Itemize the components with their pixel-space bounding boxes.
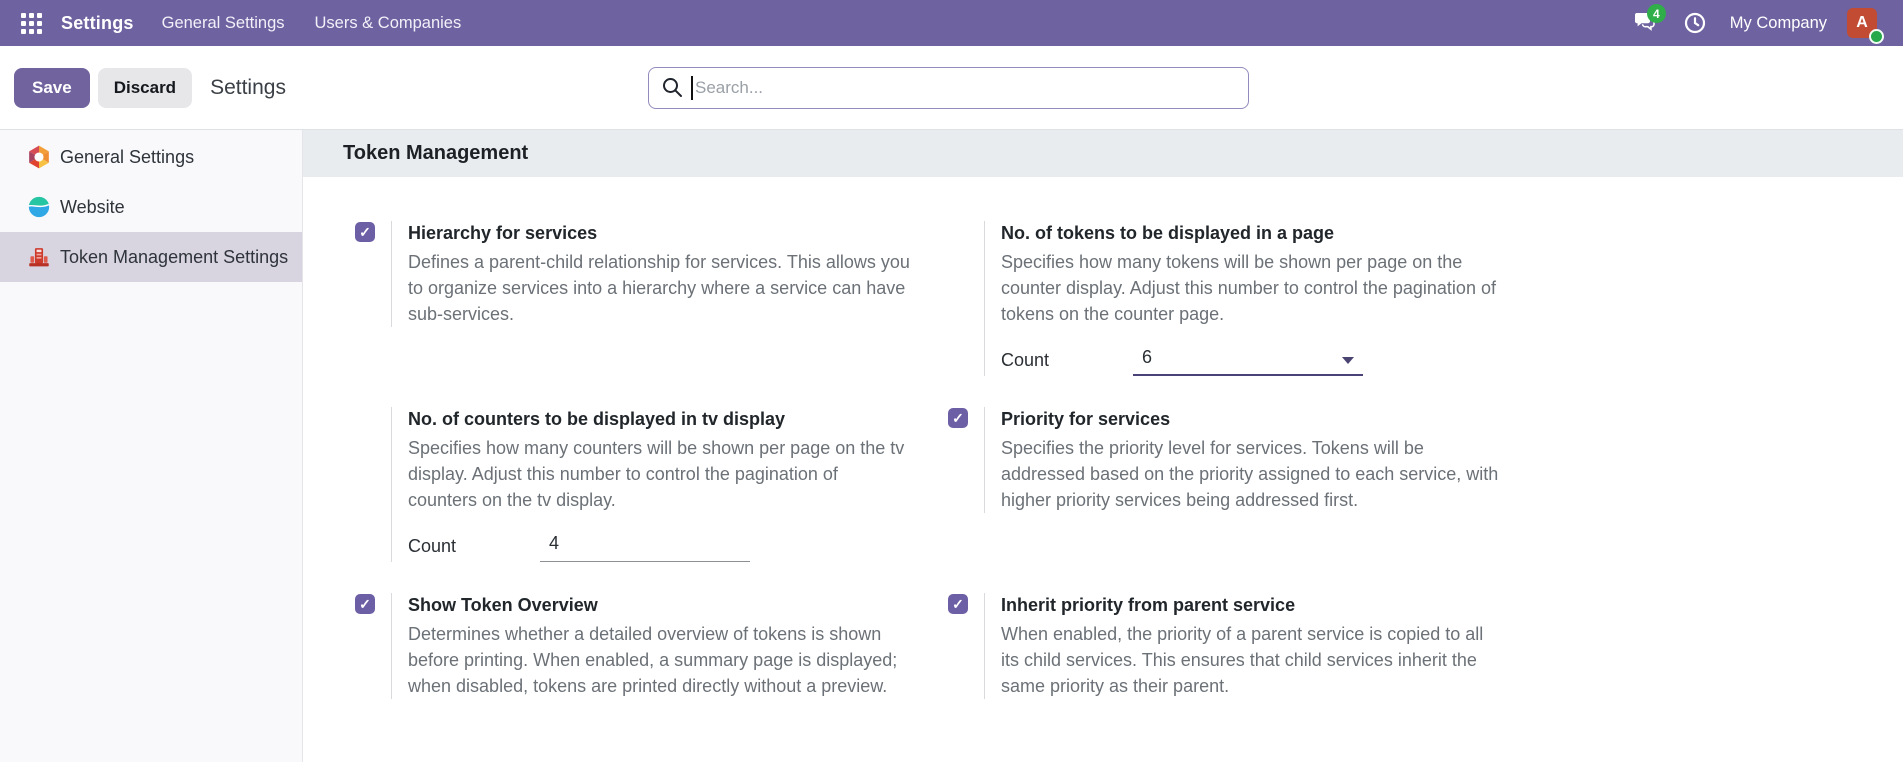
- save-button[interactable]: Save: [14, 67, 90, 108]
- count-label: Count: [1001, 350, 1050, 370]
- count-field-row: Count 4: [408, 533, 940, 562]
- setting-text-pane: No. of tokens to be displayed in a page …: [984, 221, 1533, 376]
- apps-grid-icon[interactable]: [16, 8, 46, 38]
- setting-text-pane: Show Token Overview Determines whether a…: [391, 593, 940, 699]
- setting-text-pane: Inherit priority from parent service Whe…: [984, 593, 1533, 699]
- counters-count-input[interactable]: 4: [540, 533, 750, 562]
- tokens-count-select[interactable]: 6: [1133, 347, 1363, 376]
- setting-hierarchy-for-services: ✓ Hierarchy for services Defines a paren…: [355, 221, 940, 327]
- settings-sidebar: General Settings Website Token Managemen…: [0, 130, 303, 762]
- setting-inherit-priority: ✓ Inherit priority from parent service W…: [948, 593, 1533, 699]
- nav-item-users-companies[interactable]: Users & Companies: [315, 14, 462, 33]
- clock-icon: [1684, 12, 1705, 34]
- hierarchy-for-services-checkbox[interactable]: ✓: [355, 222, 375, 242]
- top-navbar: Settings General Settings Users & Compan…: [0, 0, 1903, 46]
- control-bar: Save Discard Settings: [0, 46, 1903, 130]
- setting-title: Hierarchy for services: [408, 223, 598, 243]
- chevron-down-icon: [1342, 357, 1354, 364]
- setting-title: Priority for services: [1001, 409, 1171, 429]
- setting-text-pane: Priority for services Specifies the prio…: [984, 407, 1533, 513]
- setting-checkbox-pane: [948, 221, 984, 222]
- setting-checkbox-pane: [355, 407, 391, 408]
- sidebar-item-token-management-settings[interactable]: Token Management Settings: [0, 232, 302, 282]
- inherit-priority-checkbox[interactable]: ✓: [948, 594, 968, 614]
- setting-text-pane: Hierarchy for services Defines a parent-…: [391, 221, 940, 327]
- show-token-overview-checkbox[interactable]: ✓: [355, 594, 375, 614]
- sidebar-item-label: General Settings: [60, 146, 195, 167]
- setting-tokens-per-page: No. of tokens to be displayed in a page …: [948, 221, 1533, 376]
- nav-item-general-settings[interactable]: General Settings: [162, 14, 285, 33]
- company-switcher[interactable]: My Company: [1730, 14, 1827, 33]
- setting-description: Specifies how many counters will be show…: [408, 438, 905, 510]
- setting-description: Determines whether a detailed overview o…: [408, 624, 898, 696]
- settings-grid: ✓ Hierarchy for services Defines a paren…: [355, 221, 1903, 699]
- setting-priority-for-services: ✓ Priority for services Specifies the pr…: [948, 407, 1533, 513]
- count-label: Count: [408, 536, 457, 556]
- general-settings-icon: [26, 144, 52, 170]
- messages-count-badge: 4: [1646, 4, 1666, 23]
- section-title: Token Management: [343, 142, 529, 164]
- messages-button[interactable]: 4: [1630, 4, 1666, 38]
- activity-clock-button[interactable]: [1680, 8, 1710, 38]
- online-status-dot: [1869, 29, 1884, 44]
- sidebar-item-label: Token Management Settings: [60, 246, 289, 267]
- search-box: [648, 67, 1249, 109]
- nav-right: 4 My Company A: [1630, 4, 1887, 44]
- content-area: General Settings Website Token Managemen…: [0, 130, 1903, 762]
- nav-left: Settings General Settings Users & Compan…: [16, 8, 461, 38]
- count-field-row: Count 6: [1001, 347, 1533, 376]
- search-icon: [663, 78, 682, 97]
- tokens-count-value: 6: [1142, 347, 1153, 367]
- user-menu[interactable]: A: [1847, 8, 1884, 44]
- nav-links: General Settings Users & Companies: [162, 14, 462, 33]
- setting-checkbox-pane: ✓: [355, 593, 391, 614]
- setting-title: No. of tokens to be displayed in a page: [1001, 223, 1335, 243]
- priority-for-services-checkbox[interactable]: ✓: [948, 408, 968, 428]
- search-input[interactable]: [648, 67, 1249, 109]
- setting-description: Specifies the priority level for service…: [1001, 438, 1499, 510]
- text-cursor: [691, 76, 693, 100]
- sidebar-item-label: Website: [60, 196, 125, 217]
- website-icon: [26, 194, 52, 220]
- settings-main-panel: Token Management ✓ Hierarchy for service…: [303, 130, 1903, 762]
- setting-description: Defines a parent-child relationship for …: [408, 252, 910, 324]
- setting-description: When enabled, the priority of a parent s…: [1001, 624, 1484, 696]
- setting-text-pane: No. of counters to be displayed in tv di…: [391, 407, 940, 562]
- sidebar-item-website[interactable]: Website: [0, 182, 302, 232]
- setting-title: No. of counters to be displayed in tv di…: [408, 409, 786, 429]
- page-title: Settings: [210, 75, 286, 99]
- section-band: Token Management: [303, 130, 1903, 177]
- apps-grid-glyph: [20, 12, 42, 34]
- setting-checkbox-pane: ✓: [948, 593, 984, 614]
- setting-checkbox-pane: ✓: [355, 221, 391, 242]
- sidebar-item-general-settings[interactable]: General Settings: [0, 132, 302, 182]
- setting-checkbox-pane: ✓: [948, 407, 984, 428]
- app-brand[interactable]: Settings: [61, 13, 134, 34]
- setting-title: Inherit priority from parent service: [1001, 595, 1296, 615]
- token-management-icon: [26, 244, 52, 270]
- setting-show-token-overview: ✓ Show Token Overview Determines whether…: [355, 593, 940, 699]
- setting-description: Specifies how many tokens will be shown …: [1001, 252, 1496, 324]
- setting-counters-tv-display: No. of counters to be displayed in tv di…: [355, 407, 940, 562]
- discard-button[interactable]: Discard: [97, 67, 193, 108]
- setting-title: Show Token Overview: [408, 595, 598, 615]
